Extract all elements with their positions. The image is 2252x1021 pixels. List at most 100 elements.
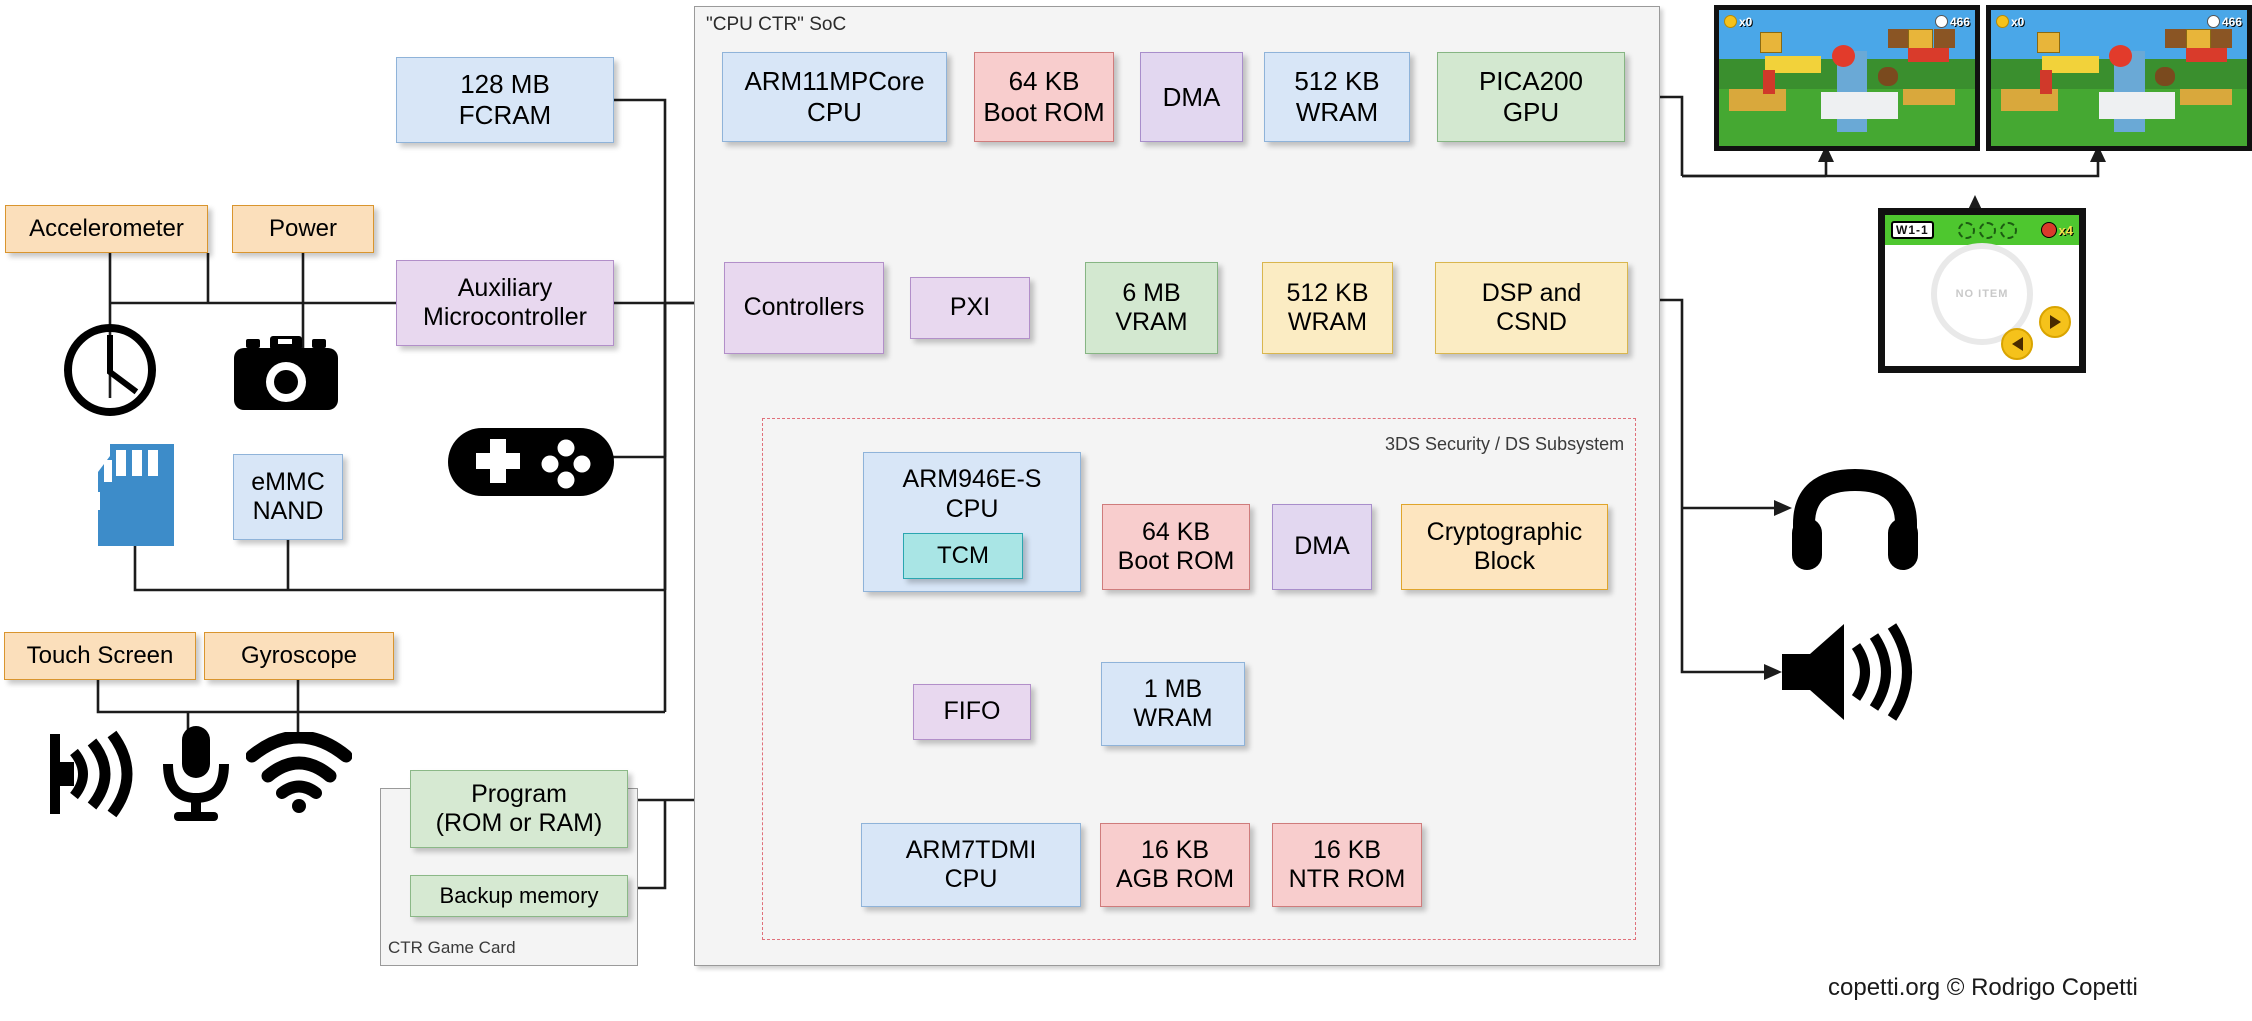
block-label: TCM [937, 541, 989, 569]
block-power[interactable]: Power [232, 205, 374, 253]
block-wram-512kb-ds[interactable]: 512 KB WRAM [1262, 262, 1393, 354]
credit-text: copetti.org © Rodrigo Copetti [1828, 974, 2138, 1001]
block-label: 16 KB NTR ROM [1288, 835, 1406, 894]
next-button[interactable] [2039, 305, 2071, 338]
block-label: DSP and CSND [1481, 278, 1582, 337]
top-screen-left: x0 466 [1714, 5, 1980, 151]
block-cryptographic[interactable]: Cryptographic Block [1401, 504, 1608, 590]
block-arm11mpcore-cpu[interactable]: ARM11MPCore CPU [722, 52, 947, 142]
block-label: 512 KB WRAM [1294, 66, 1380, 127]
coin-counter: x0 [1996, 15, 2024, 29]
block-label: Program (ROM or RAM) [435, 779, 603, 838]
gamepad-icon [446, 426, 616, 503]
block-vram-6mb[interactable]: 6 MB VRAM [1085, 262, 1218, 354]
timer-counter: 466 [2206, 14, 2242, 29]
block-label: ARM946E-S CPU [902, 465, 1042, 523]
microphone-icon [160, 722, 232, 827]
block-label: Accelerometer [29, 214, 184, 242]
sd-card-icon [88, 442, 178, 555]
block-fifo[interactable]: FIFO [913, 684, 1031, 740]
coin-count: x0 [1739, 14, 1753, 29]
block-label: 1 MB WRAM [1133, 674, 1213, 733]
block-label: Gyroscope [240, 641, 358, 669]
block-dsp-csnd[interactable]: DSP and CSND [1435, 262, 1628, 354]
block-boot-rom-64kb-ds[interactable]: 64 KB Boot ROM [1102, 504, 1250, 590]
timer-icon [1934, 15, 1948, 29]
block-fcram-128mb[interactable]: 128 MB FCRAM [396, 57, 614, 143]
block-label: Backup memory [439, 883, 599, 909]
timer-value: 466 [1949, 14, 1970, 29]
star-empty-icon [1999, 221, 2017, 239]
block-label: DMA [1294, 532, 1350, 561]
block-ntr-rom[interactable]: 16 KB NTR ROM [1272, 823, 1422, 907]
coin-icon [1724, 15, 1737, 29]
wifi-icon [245, 730, 353, 819]
block-label: DMA [1162, 81, 1221, 112]
block-label: 512 KB WRAM [1286, 278, 1369, 337]
block-dma[interactable]: DMA [1140, 52, 1243, 142]
block-label: 64 KB Boot ROM [983, 66, 1105, 127]
block-auxiliary-microcontroller[interactable]: Auxiliary Microcontroller [396, 260, 614, 346]
block-wram-1mb[interactable]: 1 MB WRAM [1101, 662, 1245, 746]
block-label: Power [268, 214, 338, 242]
block-label: ARM11MPCore CPU [744, 66, 925, 127]
block-agb-rom[interactable]: 16 KB AGB ROM [1100, 823, 1250, 907]
block-label: Controllers [743, 293, 865, 322]
top-screen-hud: x0 466 [1991, 10, 2247, 33]
block-label: eMMC NAND [251, 467, 325, 526]
block-boot-rom-64kb[interactable]: 64 KB Boot ROM [974, 52, 1114, 142]
block-pxi[interactable]: PXI [910, 277, 1030, 339]
item-slot-label: NO ITEM [1955, 287, 2009, 300]
timer-icon [2206, 15, 2220, 29]
block-pica200-gpu[interactable]: PICA200 GPU [1437, 52, 1625, 142]
star-empty-icon [1957, 221, 1975, 239]
block-label: Auxiliary Microcontroller [423, 273, 587, 332]
world-label: W1-1 [1891, 221, 1934, 240]
speaker-icon [48, 728, 144, 825]
diagram-canvas: "CPU CTR" SoC 3DS Security / DS Subsyste… [0, 0, 2252, 1021]
block-label: ARM7TDMI CPU [905, 835, 1037, 894]
block-arm7tdmi-cpu[interactable]: ARM7TDMI CPU [861, 823, 1081, 907]
speaker-icon [1778, 620, 1914, 729]
block-emmc-nand[interactable]: eMMC NAND [233, 454, 343, 540]
life-count: x4 [2058, 222, 2073, 238]
timer-counter: 466 [1934, 14, 1970, 29]
block-label: 128 MB FCRAM [458, 69, 552, 130]
block-label: Touch Screen [26, 641, 174, 669]
bottom-touch-screen[interactable]: W1-1 x4 NO ITEM [1878, 208, 2086, 373]
ctr-game-card-label: CTR Game Card [388, 938, 516, 957]
camera-icon [232, 330, 340, 421]
ds-subsystem-label: 3DS Security / DS Subsystem [1385, 434, 1625, 454]
mario-head-icon [2040, 222, 2057, 239]
headphones-icon [1790, 468, 1920, 578]
block-label: PXI [949, 293, 991, 322]
soc-label: "CPU CTR" SoC [706, 14, 847, 35]
bottom-screen-hud: W1-1 x4 [1885, 215, 2079, 246]
triangle-right-icon [2049, 314, 2061, 329]
top-screen-right: x0 466 [1986, 5, 2252, 151]
prev-button[interactable] [2001, 328, 2033, 361]
clock-icon [60, 320, 160, 425]
block-label: PICA200 GPU [1478, 66, 1584, 127]
block-gyroscope[interactable]: Gyroscope [204, 632, 394, 680]
block-touch-screen[interactable]: Touch Screen [4, 632, 196, 680]
triangle-left-icon [2011, 337, 2023, 352]
block-controllers[interactable]: Controllers [724, 262, 884, 354]
star-empty-icon [1978, 221, 1996, 239]
coin-counter: x0 [1724, 15, 1752, 29]
timer-value: 466 [2221, 14, 2242, 29]
block-program-rom-ram[interactable]: Program (ROM or RAM) [410, 770, 628, 848]
block-accelerometer[interactable]: Accelerometer [5, 205, 208, 253]
block-tcm[interactable]: TCM [903, 533, 1023, 579]
top-screen-hud: x0 466 [1719, 10, 1975, 33]
block-label: 16 KB AGB ROM [1115, 835, 1235, 894]
block-label: 6 MB VRAM [1115, 278, 1188, 337]
block-dma-ds[interactable]: DMA [1272, 504, 1372, 590]
block-backup-memory[interactable]: Backup memory [410, 875, 628, 917]
block-label: 64 KB Boot ROM [1117, 517, 1235, 576]
life-counter: x4 [2040, 222, 2073, 239]
block-label: Cryptographic Block [1426, 517, 1583, 576]
block-label: FIFO [943, 697, 1001, 726]
block-wram-512kb[interactable]: 512 KB WRAM [1264, 52, 1410, 142]
star-row [1957, 221, 2017, 239]
